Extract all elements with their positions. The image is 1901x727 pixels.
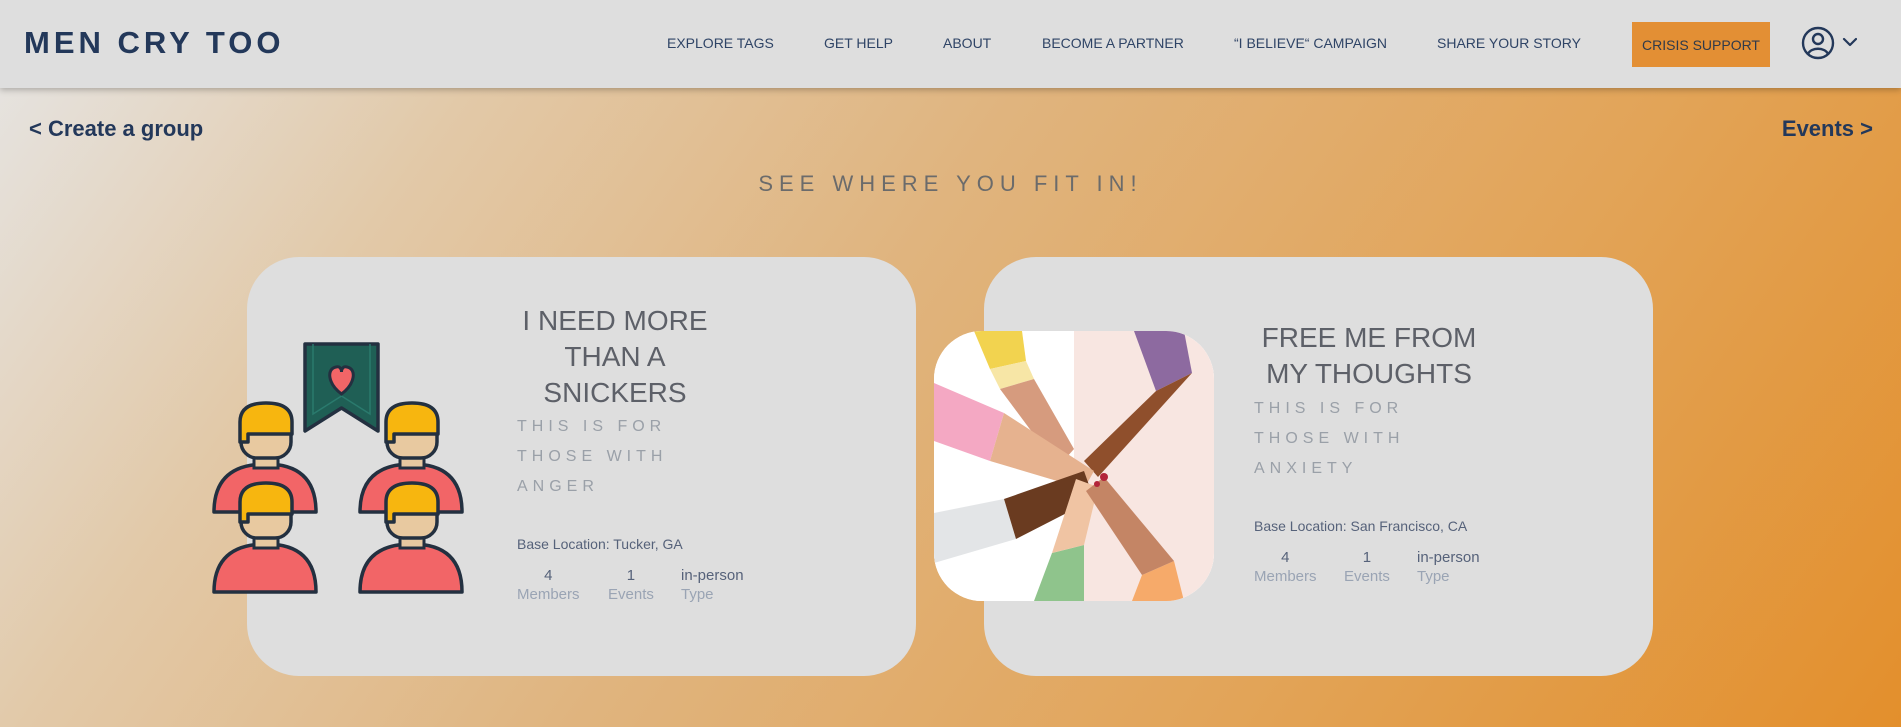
nav-get-help[interactable]: GET HELP [824, 35, 893, 51]
group-type-stat: in-person Type [1417, 549, 1480, 585]
group-title: I NEED MORE THAN A SNICKERS [522, 305, 708, 408]
type-label: Type [681, 586, 714, 603]
user-avatar-icon [1801, 26, 1835, 60]
nav-explore-tags[interactable]: EXPLORE TAGS [667, 35, 774, 51]
page-headline: SEE WHERE YOU FIT IN! [758, 171, 1143, 196]
group-location: Base Location: San Francisco, CA [1254, 518, 1468, 534]
group-subtitle: THIS IS FOR THOSE WITH ANXIETY [1254, 400, 1405, 477]
nav-i-believe-campaign[interactable]: “I BELIEVE“ CAMPAIGN [1234, 35, 1387, 51]
events-count: 1 [1362, 549, 1372, 566]
events-count: 1 [626, 567, 636, 584]
chevron-down-icon [1842, 37, 1858, 47]
user-menu[interactable] [1799, 25, 1858, 61]
group-events-stat: 1 Events [608, 567, 654, 603]
nav-share-your-story[interactable]: SHARE YOUR STORY [1437, 35, 1581, 51]
members-label: Members [1254, 568, 1317, 585]
events-label: Events [1344, 568, 1390, 585]
members-count: 4 [1281, 549, 1290, 566]
group-people-illustration [208, 336, 468, 596]
nav-become-partner[interactable]: BECOME A PARTNER [1042, 35, 1184, 51]
type-label: Type [1417, 568, 1450, 585]
group-members-stat: 4 Members [517, 567, 580, 603]
group-type-stat: in-person Type [681, 567, 744, 603]
members-label: Members [517, 586, 580, 603]
group-location: Base Location: Tucker, GA [517, 536, 683, 552]
nav-about[interactable]: ABOUT [943, 35, 991, 51]
events-link[interactable]: Events > [1782, 116, 1873, 142]
crisis-support-button[interactable]: CRISIS SUPPORT [1632, 22, 1770, 67]
type-value: in-person [1417, 549, 1480, 566]
top-nav-bar: MEN CRY TOO EXPLORE TAGS GET HELP ABOUT … [0, 0, 1901, 88]
joined-hands-image [934, 331, 1214, 601]
events-label: Events [608, 586, 654, 603]
group-members-stat: 4 Members [1254, 549, 1317, 585]
bookmark-heart-icon [303, 342, 380, 433]
site-logo[interactable]: MEN CRY TOO [24, 25, 284, 61]
group-subtitle: THIS IS FOR THOSE WITH ANGER [517, 418, 668, 495]
members-count: 4 [544, 567, 553, 584]
type-value: in-person [681, 567, 744, 584]
group-events-stat: 1 Events [1344, 549, 1390, 585]
create-group-link[interactable]: < Create a group [29, 116, 203, 142]
group-title: FREE ME FROM MY THOUGHTS [1261, 322, 1477, 389]
